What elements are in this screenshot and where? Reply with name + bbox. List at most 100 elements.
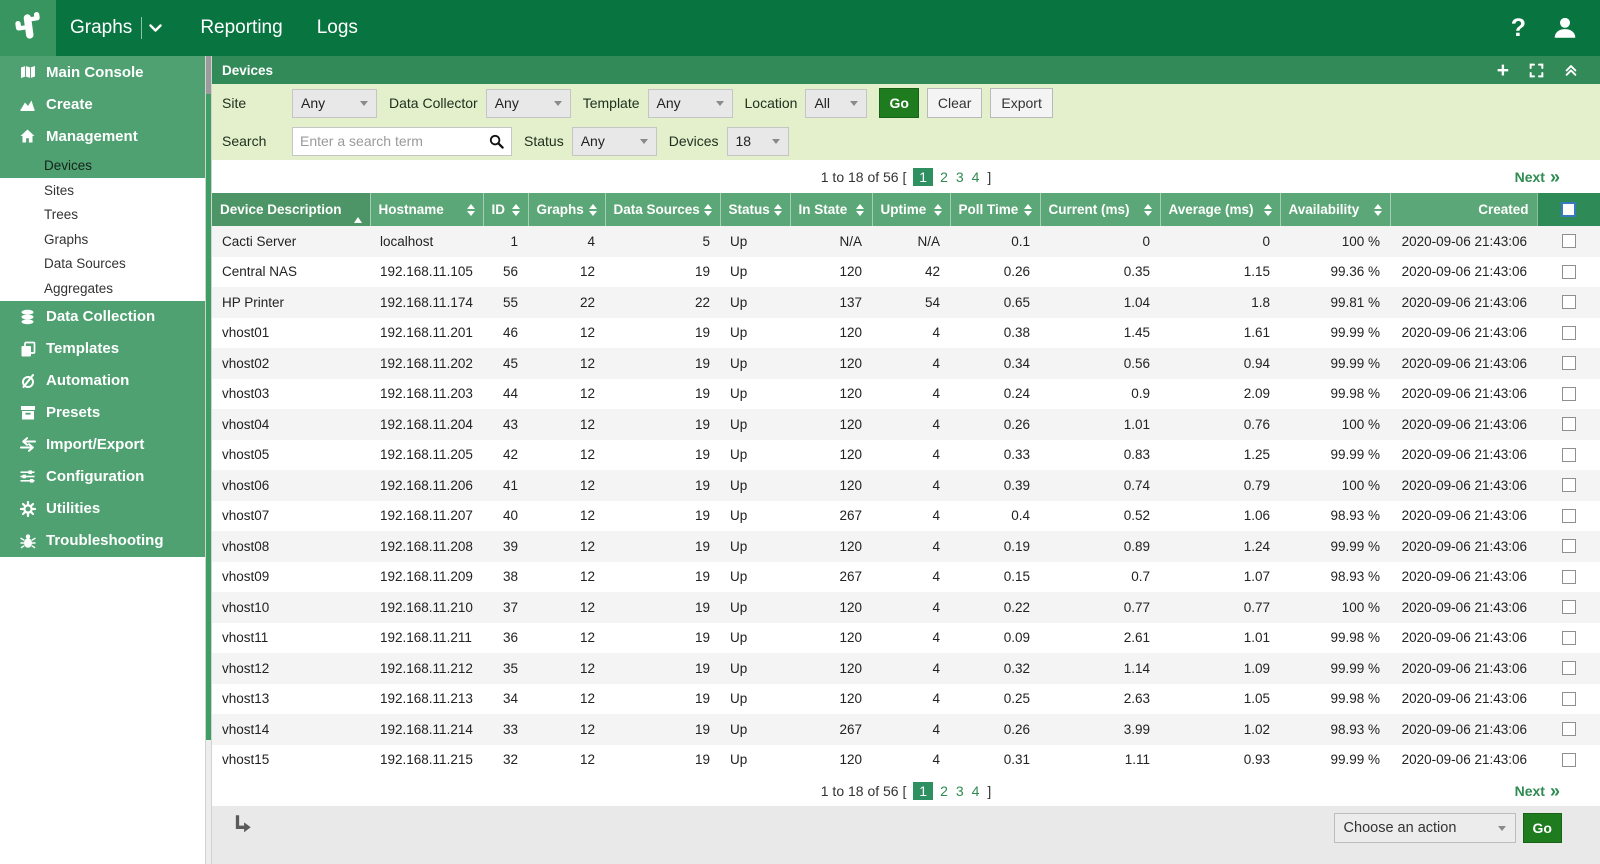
sidebar-item-main-console[interactable]: Main Console [0, 56, 205, 88]
site-select[interactable]: Any [292, 89, 377, 118]
cell-description[interactable]: vhost10 [212, 592, 370, 623]
location-select[interactable]: All [805, 89, 867, 118]
column-header-average-ms[interactable]: Average (ms) [1160, 193, 1280, 226]
sidebar-item-create[interactable]: Create [0, 88, 205, 120]
sidebar-item-utilities[interactable]: Utilities [0, 493, 205, 525]
cell-graphs[interactable]: 12 [528, 592, 605, 623]
column-header-current-ms[interactable]: Current (ms) [1040, 193, 1160, 226]
column-header-id[interactable]: ID [483, 193, 528, 226]
row-checkbox[interactable] [1562, 539, 1576, 553]
column-header-poll-time[interactable]: Poll Time [950, 193, 1040, 226]
cell-graphs[interactable]: 12 [528, 409, 605, 440]
sidebar-item-sites[interactable]: Sites [0, 178, 205, 203]
devices-per-page-select[interactable]: 18 [727, 127, 789, 156]
cell-graphs[interactable]: 12 [528, 653, 605, 684]
cell-data_sources[interactable]: 19 [605, 714, 720, 745]
sidebar-item-management[interactable]: Management [0, 120, 205, 152]
cell-description[interactable]: vhost11 [212, 623, 370, 654]
cell-description[interactable]: vhost13 [212, 684, 370, 715]
sidebar-item-graphs[interactable]: Graphs [0, 227, 205, 252]
cell-data_sources[interactable]: 19 [605, 684, 720, 715]
cell-graphs[interactable]: 12 [528, 348, 605, 379]
row-checkbox[interactable] [1562, 570, 1576, 584]
next-page-link[interactable]: Next » [1515, 782, 1560, 800]
cell-graphs[interactable]: 22 [528, 287, 605, 318]
tab-reporting[interactable]: Reporting [196, 17, 286, 39]
cell-data_sources[interactable]: 19 [605, 501, 720, 532]
cell-graphs[interactable]: 12 [528, 745, 605, 776]
column-header-data-sources[interactable]: Data Sources [605, 193, 720, 226]
cell-data_sources[interactable]: 19 [605, 653, 720, 684]
cell-description[interactable]: Central NAS [212, 257, 370, 288]
row-checkbox[interactable] [1562, 692, 1576, 706]
cell-data_sources[interactable]: 19 [605, 562, 720, 593]
row-checkbox[interactable] [1562, 234, 1576, 248]
cell-graphs[interactable]: 12 [528, 501, 605, 532]
sidebar-item-templates[interactable]: Templates [0, 333, 205, 365]
column-header-hostname[interactable]: Hostname [370, 193, 483, 226]
cell-description[interactable]: vhost04 [212, 409, 370, 440]
cell-graphs[interactable]: 12 [528, 470, 605, 501]
tab-logs[interactable]: Logs [313, 17, 362, 39]
sidebar-item-data-collection[interactable]: Data Collection [0, 301, 205, 333]
row-checkbox[interactable] [1562, 600, 1576, 614]
content-scrollbar[interactable] [205, 56, 212, 864]
export-button[interactable]: Export [990, 88, 1052, 118]
help-icon[interactable]: ? [1511, 16, 1526, 41]
search-input[interactable] [300, 133, 489, 149]
row-checkbox[interactable] [1562, 631, 1576, 645]
cell-description[interactable]: vhost12 [212, 653, 370, 684]
cell-description[interactable]: vhost14 [212, 714, 370, 745]
cell-description[interactable]: vhost02 [212, 348, 370, 379]
tab-graphs[interactable]: Graphs [66, 17, 170, 39]
cell-description[interactable]: vhost15 [212, 745, 370, 776]
cell-data_sources[interactable]: 19 [605, 348, 720, 379]
cell-graphs[interactable]: 12 [528, 714, 605, 745]
sidebar-item-presets[interactable]: Presets [0, 397, 205, 429]
action-go-button[interactable]: Go [1523, 813, 1562, 843]
chevron-down-icon[interactable] [149, 24, 162, 33]
row-checkbox[interactable] [1562, 661, 1576, 675]
clear-button[interactable]: Clear [927, 88, 982, 118]
page-link-3[interactable]: 3 [956, 783, 964, 799]
sidebar-item-aggregates[interactable]: Aggregates [0, 276, 205, 301]
cell-data_sources[interactable]: 5 [605, 226, 720, 257]
cell-data_sources[interactable]: 19 [605, 409, 720, 440]
sidebar-item-data-sources[interactable]: Data Sources [0, 252, 205, 277]
sidebar-item-automation[interactable]: Automation [0, 365, 205, 397]
column-header-device-description[interactable]: Device Description [212, 193, 370, 226]
cell-graphs[interactable]: 12 [528, 257, 605, 288]
cell-description[interactable]: HP Printer [212, 287, 370, 318]
cell-description[interactable]: vhost07 [212, 501, 370, 532]
page-link-2[interactable]: 2 [940, 169, 948, 185]
cell-description[interactable]: vhost01 [212, 318, 370, 349]
page-link-3[interactable]: 3 [956, 169, 964, 185]
cell-data_sources[interactable]: 19 [605, 470, 720, 501]
column-header-availability[interactable]: Availability [1280, 193, 1390, 226]
cell-description[interactable]: vhost08 [212, 531, 370, 562]
cell-data_sources[interactable]: 19 [605, 623, 720, 654]
cell-description[interactable]: vhost05 [212, 440, 370, 471]
cell-data_sources[interactable]: 19 [605, 318, 720, 349]
cell-graphs[interactable]: 12 [528, 531, 605, 562]
cell-description[interactable]: vhost03 [212, 379, 370, 410]
cell-description[interactable]: vhost09 [212, 562, 370, 593]
data-collector-select[interactable]: Any [486, 89, 571, 118]
column-header-in-state[interactable]: In State [790, 193, 872, 226]
collapse-icon[interactable] [1564, 63, 1578, 77]
choose-action-select[interactable]: Choose an action [1334, 813, 1516, 843]
row-checkbox[interactable] [1562, 356, 1576, 370]
go-button[interactable]: Go [879, 88, 918, 118]
cell-graphs[interactable]: 12 [528, 318, 605, 349]
fullscreen-icon[interactable] [1529, 63, 1544, 78]
column-header-created[interactable]: Created [1390, 193, 1537, 226]
select-all-checkbox[interactable] [1561, 202, 1576, 217]
row-checkbox[interactable] [1562, 722, 1576, 736]
cell-data_sources[interactable]: 19 [605, 592, 720, 623]
cell-graphs[interactable]: 12 [528, 562, 605, 593]
cell-data_sources[interactable]: 19 [605, 745, 720, 776]
cell-graphs[interactable]: 4 [528, 226, 605, 257]
cell-data_sources[interactable]: 19 [605, 379, 720, 410]
row-checkbox[interactable] [1562, 387, 1576, 401]
row-checkbox[interactable] [1562, 448, 1576, 462]
